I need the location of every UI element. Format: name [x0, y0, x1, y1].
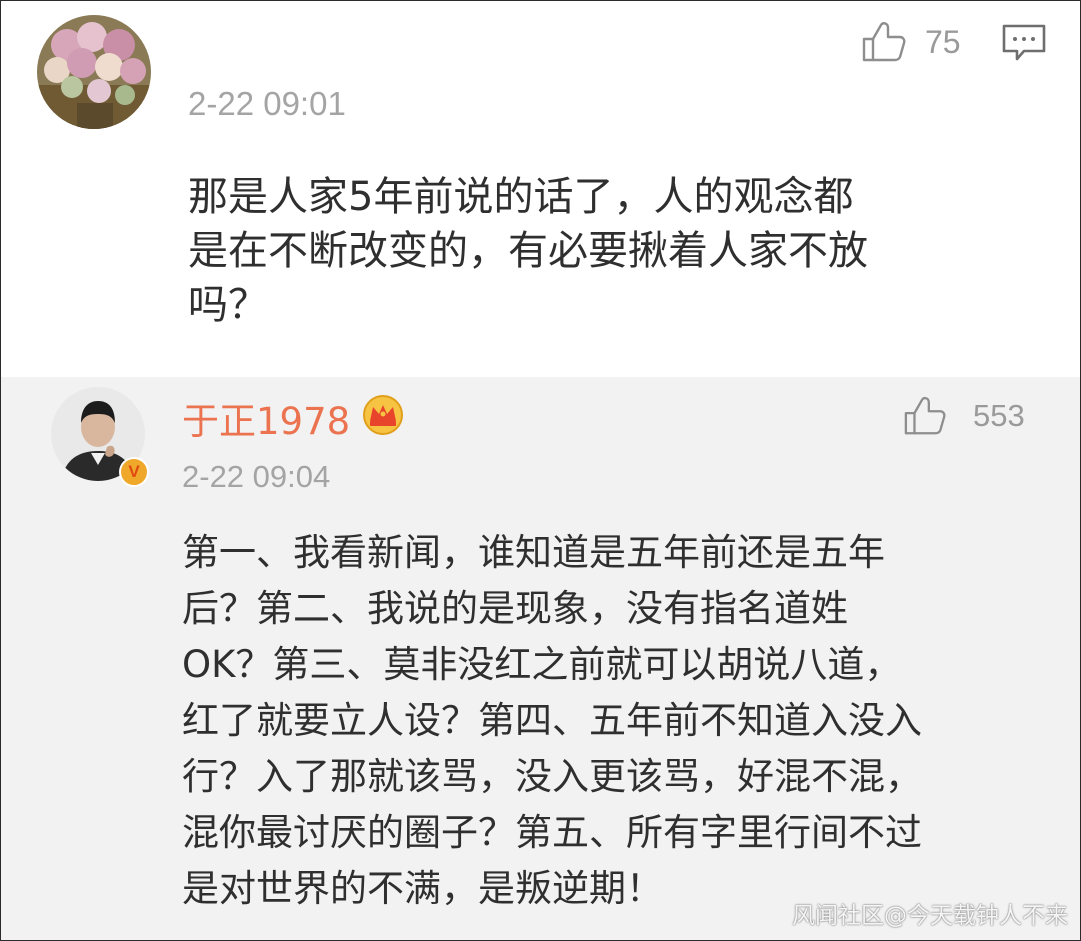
comment-reply-icon[interactable]	[1001, 23, 1047, 67]
verified-badge: V	[119, 457, 149, 487]
thumbs-up-icon	[861, 21, 907, 63]
reply-text-line: 第一、我看新闻，谁知道是五年前还是五年	[182, 531, 885, 574]
like-count: 75	[925, 23, 961, 60]
reply-like-button[interactable]: 553	[903, 395, 1025, 437]
reply-text-line: 红了就要立人设？第四、五年前不知道入没入	[182, 699, 922, 742]
comment-text: 那是人家5年前说的话了，人的观念都 是在不断改变的，有必要揪着人家不放 吗？	[188, 174, 1028, 341]
reply-avatar[interactable]: V	[51, 387, 149, 487]
reply-item: V 于正1978 553 2-22 09:04 第一、我看新闻，谁知道是五年前还…	[1, 377, 1080, 940]
reply-like-count: 553	[973, 398, 1025, 433]
comment-screenshot: 75 2-22 09:01 那是人家5年前说的话了，人的观念都 是在不断改变的，…	[0, 0, 1081, 941]
like-button[interactable]: 75	[861, 21, 961, 63]
comment-timestamp: 2-22 09:01	[188, 85, 346, 122]
watermark: 风闻社区@今天载钟人不来	[792, 903, 1068, 929]
reply-text-line: 后？第二、我说的是现象，没有指名道姓	[182, 587, 848, 630]
reply-username[interactable]: 于正1978	[182, 391, 350, 445]
reply-text-line: 混你最讨厌的圈子？第五、所有字里行间不过	[182, 811, 922, 854]
reply-text-line: OK？第三、莫非没红之前就可以胡说八道，	[182, 643, 902, 686]
comment-item: 75 2-22 09:01 那是人家5年前说的话了，人的观念都 是在不断改变的，…	[1, 1, 1080, 377]
reply-text: 第一、我看新闻，谁知道是五年前还是五年 后？第二、我说的是现象，没有指名道姓 O…	[182, 525, 1042, 917]
thumbs-up-icon	[903, 395, 947, 437]
vip-crown-icon	[361, 393, 405, 439]
reply-text-line: 行？入了那就该骂，没入更该骂，好混不混，	[182, 755, 922, 798]
reply-timestamp: 2-22 09:04	[182, 459, 331, 494]
flower-bouquet-avatar[interactable]	[37, 15, 151, 129]
